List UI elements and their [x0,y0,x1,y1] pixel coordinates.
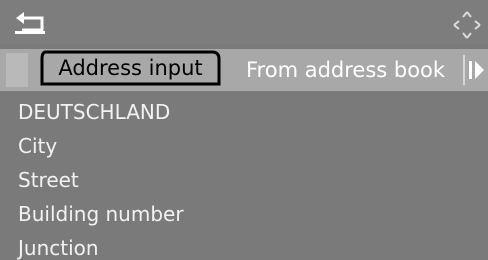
back-arrow-icon[interactable] [14,11,48,35]
list-item-country[interactable]: DEUTSCHLAND [18,97,170,127]
top-bar [0,0,488,44]
tab-address-input[interactable]: Address input [40,50,221,87]
navigation-screen: Address input From address book DEUTSCHL… [0,0,488,260]
tab-stub [6,53,28,87]
tab-divider [463,55,465,85]
next-tab-arrow-icon[interactable] [469,59,485,81]
list-item-junction[interactable]: Junction [18,233,99,260]
tab-from-address-book[interactable]: From address book [234,53,460,87]
address-field-list: DEUTSCHLAND City Street Building number … [0,95,488,260]
tab-address-input-label: Address input [58,56,203,80]
list-item-city[interactable]: City [18,131,57,161]
tab-bar: Address input From address book [0,49,488,91]
list-item-street[interactable]: Street [18,165,79,195]
navigation-diamond-icon [450,10,484,40]
list-item-building-number[interactable]: Building number [18,199,184,229]
